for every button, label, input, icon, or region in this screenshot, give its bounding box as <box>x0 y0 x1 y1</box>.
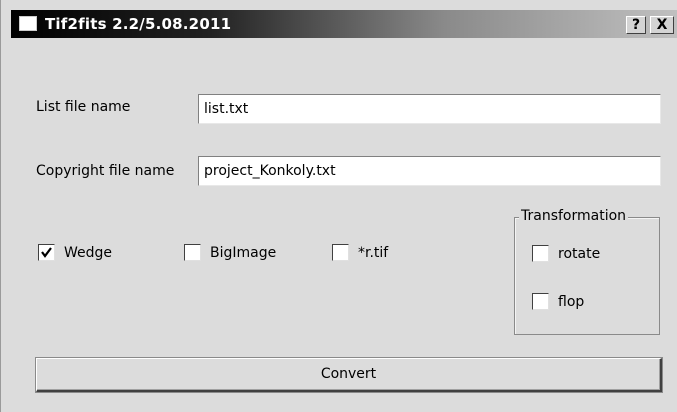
help-button[interactable]: ? <box>626 16 646 34</box>
convert-button[interactable]: Convert <box>36 358 662 392</box>
checkbox-box[interactable] <box>332 244 349 261</box>
window-title: Tif2fits 2.2/5.08.2011 <box>45 15 232 33</box>
transformation-group: Transformation rotate flop <box>514 208 660 335</box>
wedge-checkbox[interactable]: Wedge <box>38 244 112 261</box>
rtif-checkbox[interactable]: *r.tif <box>332 244 388 261</box>
copyright-file-label: Copyright file name <box>36 163 175 179</box>
list-file-input[interactable] <box>198 94 661 124</box>
checkbox-label: flop <box>558 293 585 310</box>
checkbox-label: BigImage <box>210 244 277 261</box>
checkbox-label: rotate <box>558 245 601 262</box>
list-file-label: List file name <box>36 99 131 115</box>
copyright-file-input[interactable] <box>198 156 661 186</box>
checkbox-box[interactable] <box>532 293 549 310</box>
close-button[interactable]: X <box>650 16 674 34</box>
flop-checkbox[interactable]: flop <box>532 293 584 310</box>
app-icon <box>19 16 37 31</box>
checkbox-label: *r.tif <box>358 244 389 261</box>
checkbox-box[interactable] <box>532 245 549 262</box>
dialog-window: Tif2fits 2.2/5.08.2011 ? X List file nam… <box>0 0 677 412</box>
checkbox-label: Wedge <box>64 244 113 261</box>
transformation-group-title: Transformation <box>519 208 629 224</box>
checkmark-icon <box>41 247 52 258</box>
title-bar[interactable]: Tif2fits 2.2/5.08.2011 ? X <box>11 10 677 38</box>
rotate-checkbox[interactable]: rotate <box>532 245 600 262</box>
checkbox-box[interactable] <box>38 244 55 261</box>
bigimage-checkbox[interactable]: BigImage <box>184 244 276 261</box>
checkbox-box[interactable] <box>184 244 201 261</box>
